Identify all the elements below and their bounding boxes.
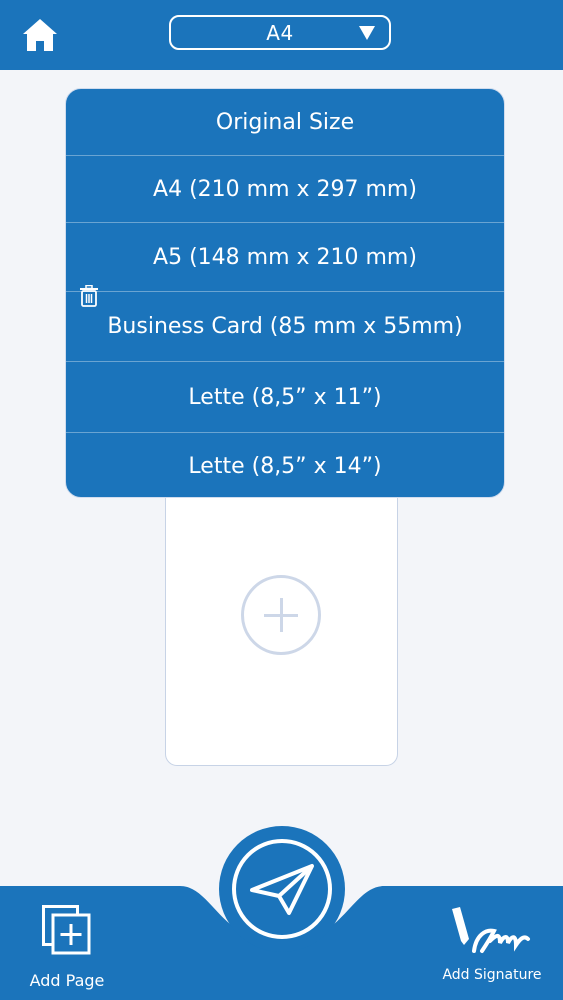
send-button[interactable] — [219, 826, 345, 952]
add-page-label: Add Page — [29, 971, 105, 990]
size-option-label: A4 (210 mm x 297 mm) — [153, 176, 417, 202]
delete-page-button[interactable] — [79, 284, 99, 307]
add-signature-label: Add Signature — [442, 967, 542, 983]
size-option-letter-14[interactable]: Lette (8,5” x 14”) — [66, 433, 504, 497]
size-option-original[interactable]: Original Size — [66, 89, 504, 156]
add-page-icon — [42, 905, 91, 955]
size-option-label: Lette (8,5” x 14”) — [188, 453, 382, 479]
selected-size-label: A4 — [266, 20, 294, 45]
size-option-letter-11[interactable]: Lette (8,5” x 11”) — [66, 362, 504, 433]
size-option-label: Original Size — [215, 109, 355, 135]
size-option-a4[interactable]: A4 (210 mm x 297 mm) — [66, 156, 504, 223]
plus-circle-icon[interactable] — [241, 575, 321, 655]
triangle-down-icon — [359, 26, 375, 40]
size-option-a5[interactable]: A5 (148 mm x 210 mm) — [66, 223, 504, 292]
page-card[interactable] — [165, 470, 398, 766]
paper-size-select[interactable]: A4 — [169, 15, 391, 50]
paper-plane-icon — [250, 864, 314, 915]
add-page-button[interactable]: Add Page — [25, 905, 109, 990]
top-bar: A4 — [0, 0, 563, 70]
size-option-business-card[interactable]: Business Card (85 mm x 55mm) — [66, 292, 504, 362]
size-option-label: Business Card (85 mm x 55mm) — [107, 314, 463, 339]
size-option-label: Lette (8,5” x 11”) — [188, 384, 382, 410]
home-button[interactable] — [17, 14, 63, 56]
add-signature-button[interactable]: Add Signature — [440, 905, 544, 985]
signature-pen-icon — [452, 907, 530, 953]
trash-icon — [80, 284, 98, 307]
paper-size-dropdown: Original Size A4 (210 mm x 297 mm) A5 (1… — [65, 88, 505, 498]
size-option-label: A5 (148 mm x 210 mm) — [153, 244, 417, 270]
home-icon — [23, 19, 57, 51]
